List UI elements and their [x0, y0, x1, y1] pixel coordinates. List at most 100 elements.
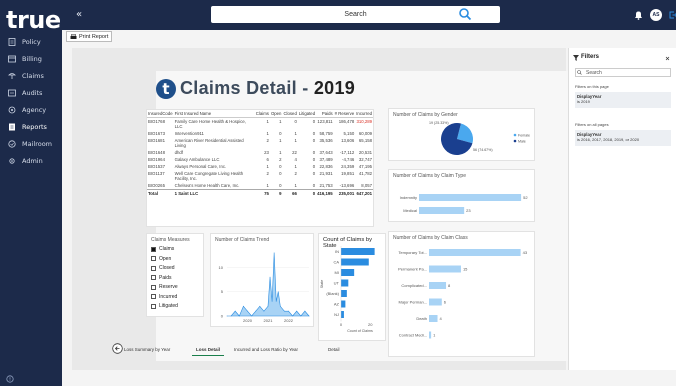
claim-class-bar[interactable]	[429, 249, 521, 256]
all-pages-filter-card[interactable]: DisplayYear is 2016, 2017, 2018, 2019, o…	[575, 130, 671, 146]
checkbox[interactable]	[151, 275, 156, 280]
sidebar-item-billing[interactable]: Billing	[8, 53, 42, 65]
table-cell: 2	[266, 138, 269, 143]
sidebar-item-agency[interactable]: Agency	[8, 104, 46, 116]
column-header[interactable]: Closed	[282, 110, 298, 118]
tab-loss-summary-by-year[interactable]: Loss Summary by Year	[120, 344, 174, 356]
page-filter-card[interactable]: DisplayYear is 2019	[575, 92, 671, 108]
claim-class-bar[interactable]	[429, 298, 442, 306]
checkbox[interactable]	[151, 294, 156, 299]
column-header[interactable]: Claims	[254, 110, 270, 118]
state-bar[interactable]	[341, 311, 344, 318]
search-input[interactable]: Search	[211, 6, 500, 23]
measure-label: Litigated	[159, 303, 178, 309]
table-cell: -13,696	[339, 183, 355, 188]
table-cell: 8,057	[361, 183, 372, 188]
table-row[interactable]: BIO1648 dhdf 23 1 22 0 37,643 -17,112 20,531	[147, 149, 373, 156]
search-icon[interactable]	[458, 7, 472, 21]
table-row[interactable]: BIO1964 Galaxy Ambulance LLC 6 2 4 0 37,489 -4,…	[147, 156, 373, 163]
reports-icon	[9, 123, 15, 131]
x-tick-label: 2021	[264, 318, 274, 323]
state-bar[interactable]	[341, 248, 375, 255]
bar-value-label: 6	[444, 300, 447, 305]
table-row[interactable]: BIO1681 American River Residential Assist…	[147, 137, 373, 149]
claims-table-card: InsuredCode First Insured Name Claims Open C…	[146, 109, 374, 227]
table-row[interactable]: BIO1673 Intervention911 1 0 1 0 58,759 5,150 60,…	[147, 130, 373, 137]
logout-icon[interactable]	[668, 10, 676, 20]
table-row[interactable]: BIO0265 Chelsea's Home Health Care, Inc. 1…	[147, 182, 373, 190]
claim-type-bar[interactable]	[419, 194, 522, 201]
table-cell: 0	[297, 189, 317, 197]
state-bar[interactable]	[341, 290, 347, 297]
column-header[interactable]: InsuredCode	[147, 110, 174, 118]
claim-type-bar[interactable]	[419, 207, 465, 214]
table-row[interactable]: BIO1768 Family Care Home Health & Hospice…	[147, 118, 373, 131]
measure-option-closed[interactable]: Closed	[151, 265, 175, 271]
sidebar-item-reports[interactable]: Reports	[8, 121, 47, 133]
print-label: Print Report	[79, 33, 109, 40]
checkbox[interactable]	[151, 246, 156, 252]
measure-option-litigated[interactable]: Litigated	[151, 303, 178, 309]
table-cell: BIO1673	[148, 131, 165, 136]
measure-option-open[interactable]: Open	[151, 256, 171, 262]
table-cell: 0	[312, 138, 316, 143]
filter-value: is 2016, 2017, 2018, 2019, or 2020	[577, 137, 640, 142]
tab-detail[interactable]: Detail	[324, 344, 344, 356]
sidebar-item-policy[interactable]: Policy	[8, 36, 41, 48]
state-bar[interactable]	[341, 300, 346, 308]
column-header[interactable]: Paids	[316, 110, 334, 118]
column-header[interactable]: Litigated	[297, 110, 317, 118]
sidebar-item-audits[interactable]: Audits	[8, 87, 42, 99]
close-pane-icon[interactable]	[665, 56, 670, 61]
print-report-button[interactable]: Print Report	[66, 31, 113, 42]
table-cell: 21,931	[319, 171, 333, 176]
measure-option-claims[interactable]: Claims	[151, 246, 174, 252]
filter-icon	[573, 55, 579, 61]
pie-data-label: 56 (74.67%)	[473, 148, 493, 152]
page-tabs: Loss Summary by Year Loss Detail Incurred …	[102, 344, 566, 356]
tab-loss-detail[interactable]: Loss Detail	[192, 344, 225, 356]
checkbox[interactable]	[151, 265, 156, 271]
tab-incurred-and-loss-ratio-by-year[interactable]: Incurred and Loss Ratio by Year	[230, 344, 302, 356]
sidebar-item-claims[interactable]: Claims	[8, 70, 44, 82]
gender-chart-card: Number of Claims by Gender 19 (25.33%) 56…	[388, 108, 535, 161]
column-header[interactable]: First Insured Name	[173, 110, 255, 118]
trend-point	[271, 301, 273, 302]
table-row[interactable]: BIO1537 Always Personal Care, Inc. 1 0 1 0 22,…	[147, 163, 373, 170]
column-header[interactable]: Open	[269, 110, 283, 118]
help-icon[interactable]	[6, 375, 14, 385]
table-row[interactable]: BIO1137 Well Care Congregate Living Healt…	[147, 170, 373, 182]
admin-icon	[9, 158, 15, 164]
measure-label: Paids	[159, 274, 172, 281]
claim-class-bar[interactable]	[429, 282, 447, 289]
checkbox[interactable]	[151, 284, 156, 290]
measure-option-reserve[interactable]: Reserve	[151, 284, 178, 290]
sidebar-item-admin[interactable]: Admin	[8, 155, 43, 167]
bell-icon[interactable]	[634, 10, 643, 20]
claim-class-label: Death	[416, 316, 427, 321]
collapse-sidebar-button[interactable]: «	[76, 9, 82, 20]
state-bar[interactable]	[341, 269, 355, 276]
measure-option-paids[interactable]: Paids	[151, 275, 172, 281]
measure-option-incurred[interactable]: Incurred	[151, 294, 177, 300]
table-cell: 0	[312, 183, 316, 188]
table-cell: 35,536	[319, 138, 333, 143]
logo: true.	[6, 6, 70, 34]
table-cell: 2	[279, 157, 282, 162]
filter-search-input[interactable]: Search	[575, 68, 671, 77]
printer-icon	[70, 33, 77, 39]
claim-class-bar[interactable]	[429, 315, 438, 322]
state-bar[interactable]	[341, 258, 369, 266]
claim-class-bar[interactable]	[429, 331, 432, 339]
claim-class-bar[interactable]	[429, 265, 461, 273]
avatar[interactable]: AS	[650, 9, 662, 21]
sidebar-item-mailroom[interactable]: Mailroom	[8, 138, 52, 150]
state-bar[interactable]	[341, 279, 349, 287]
checkbox[interactable]	[151, 303, 156, 309]
trend-point	[230, 315, 232, 317]
column-header[interactable]: # Reserve	[333, 110, 356, 118]
column-header[interactable]: Incurred	[355, 110, 373, 118]
state-category-label: UT	[334, 281, 340, 286]
checkbox[interactable]	[151, 256, 156, 261]
bar-value-label: 15	[463, 267, 468, 272]
